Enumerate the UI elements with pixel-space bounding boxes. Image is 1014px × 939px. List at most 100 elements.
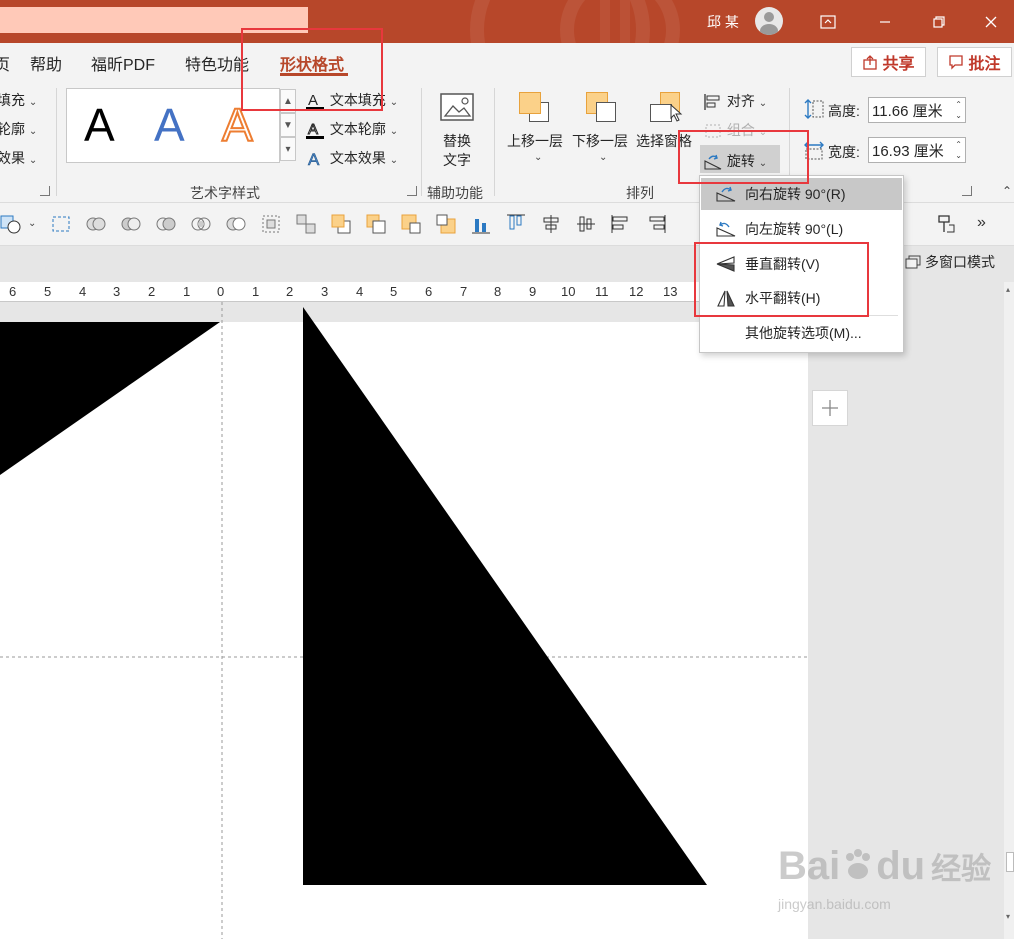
- selection-pane-icon[interactable]: [648, 90, 683, 124]
- size-launcher[interactable]: [962, 186, 972, 196]
- triangle-shape-left: [0, 322, 220, 475]
- send-backward-icon[interactable]: [584, 90, 618, 124]
- user-name[interactable]: 邱 某: [707, 12, 739, 32]
- wordart-style-black[interactable]: A: [84, 98, 115, 152]
- scroll-up-icon[interactable]: ▴: [1006, 285, 1012, 294]
- text-outline-label: 文本轮廓: [329, 121, 386, 137]
- close-icon: [985, 16, 997, 27]
- bring-forward-dropdown[interactable]: ⌄: [534, 152, 542, 163]
- text-effects-icon: A: [308, 150, 321, 170]
- collapse-ribbon-icon[interactable]: ⌃: [1002, 184, 1012, 198]
- tab-special-features[interactable]: 特色功能: [185, 51, 249, 75]
- align-top-icon[interactable]: [505, 213, 527, 235]
- backward-one-icon[interactable]: [435, 213, 457, 235]
- watermark-cn: 经验: [931, 853, 992, 886]
- alt-text-label-1[interactable]: 替换: [443, 131, 471, 151]
- wordart-launcher[interactable]: [407, 186, 417, 196]
- width-spinner[interactable]: ⌃ ⌄: [955, 139, 962, 161]
- height-icon: [803, 98, 825, 123]
- edit-points-icon[interactable]: [50, 213, 72, 235]
- send-to-back-icon[interactable]: [365, 213, 387, 235]
- share-icon: [863, 55, 878, 70]
- close-button[interactable]: [968, 0, 1014, 43]
- comment-icon: [949, 55, 964, 70]
- vertical-scrollbar[interactable]: [1004, 282, 1014, 939]
- group-objects-icon[interactable]: [260, 213, 282, 235]
- gallery-more[interactable]: ▾: [280, 137, 296, 161]
- tab-foxit-pdf[interactable]: 福昕PDF: [91, 51, 155, 75]
- merge-intersect-icon[interactable]: [190, 213, 212, 235]
- menu-more-rotation-options[interactable]: 其他旋转选项(M)...: [701, 317, 902, 349]
- highlight-rotate-button: [678, 130, 809, 184]
- paw-icon: [846, 849, 871, 879]
- multi-window-button[interactable]: 多窗口模式: [905, 250, 1014, 274]
- text-effects-button[interactable]: A 文本效果 ⌄: [304, 148, 398, 170]
- tab-help[interactable]: 帮助: [30, 51, 62, 75]
- forward-one-icon[interactable]: [400, 213, 422, 235]
- align-right-icon[interactable]: [645, 213, 667, 235]
- wordart-group-label: 艺术字样式: [190, 185, 260, 201]
- shape-styles-launcher[interactable]: [40, 186, 50, 196]
- ruler-label: 3: [321, 284, 329, 299]
- align-left-icon[interactable]: [610, 213, 632, 235]
- ungroup-objects-icon[interactable]: [295, 213, 317, 235]
- bring-to-front-icon[interactable]: [330, 213, 352, 235]
- bring-forward-label[interactable]: 上移一层: [507, 131, 563, 151]
- restore-button[interactable]: [916, 0, 962, 43]
- svg-text:A: A: [308, 121, 318, 138]
- plus-icon: [822, 400, 838, 416]
- ruler-label: 11: [595, 284, 609, 299]
- scroll-down-icon[interactable]: ▾: [1006, 912, 1012, 921]
- menu-rotate-left[interactable]: 向左旋转 90°(L): [701, 213, 902, 245]
- alt-text-label-2[interactable]: 文字: [443, 150, 471, 170]
- ruler-label: 1: [183, 284, 191, 299]
- bring-forward-icon[interactable]: [517, 90, 551, 124]
- gallery-scroll-down[interactable]: ▼: [280, 113, 296, 137]
- minimize-icon: [880, 20, 890, 23]
- ruler-label: 4: [356, 284, 364, 299]
- merge-union-icon[interactable]: [85, 213, 107, 235]
- rotate-right-icon: [716, 186, 736, 202]
- shape-outline-button[interactable]: 轮廓 ⌄: [0, 119, 37, 139]
- ruler-label: 3: [113, 284, 121, 299]
- multi-window-icon: [905, 255, 921, 269]
- ruler-label: 5: [44, 284, 52, 299]
- align-button[interactable]: 对齐 ⌄: [703, 91, 767, 111]
- format-painter-icon[interactable]: [935, 213, 957, 235]
- shape-insert-dropdown[interactable]: ⌄: [28, 218, 36, 229]
- alt-text-icon[interactable]: [439, 92, 477, 126]
- comment-label: 批注: [968, 56, 1001, 73]
- ribbon-display-button[interactable]: [805, 0, 851, 43]
- triangle-shape-selected: [303, 307, 707, 885]
- width-input[interactable]: 16.93 厘米 ⌃ ⌄: [868, 137, 966, 163]
- share-button[interactable]: 共享: [851, 47, 926, 77]
- ruler-label: 5: [390, 284, 398, 299]
- shape-insert-icon[interactable]: [0, 213, 22, 235]
- merge-fragment-icon[interactable]: [155, 213, 177, 235]
- ruler-label: 4: [79, 284, 87, 299]
- text-outline-button[interactable]: A 文本轮廓 ⌄: [304, 119, 398, 140]
- wordart-style-blue[interactable]: A: [154, 98, 185, 152]
- align-bottom-icon[interactable]: [470, 213, 492, 235]
- minimize-button[interactable]: [862, 0, 908, 43]
- text-effects-label: 文本效果: [329, 150, 386, 166]
- align-center-icon[interactable]: [575, 213, 597, 235]
- watermark-brand-2: du: [876, 844, 926, 888]
- toolbar-overflow-icon[interactable]: »: [977, 214, 986, 232]
- avatar[interactable]: [755, 7, 783, 35]
- merge-combine-icon[interactable]: [120, 213, 142, 235]
- height-input[interactable]: 11.66 厘米 ⌃ ⌄: [868, 97, 966, 123]
- merge-subtract-icon[interactable]: [225, 213, 247, 235]
- shape-effects-button[interactable]: 效果 ⌄: [0, 148, 37, 168]
- send-backward-dropdown[interactable]: ⌄: [599, 152, 607, 163]
- align-middle-icon[interactable]: [540, 213, 562, 235]
- ruler-label: 0: [217, 284, 225, 299]
- comment-button[interactable]: 批注: [937, 47, 1012, 77]
- add-slide-button[interactable]: [812, 390, 848, 426]
- ruler-label: 2: [148, 284, 156, 299]
- shape-fill-button[interactable]: 填充 ⌄: [0, 90, 37, 110]
- scroll-thumb[interactable]: [1006, 852, 1014, 872]
- height-spinner[interactable]: ⌃ ⌄: [955, 99, 962, 121]
- send-backward-label[interactable]: 下移一层: [572, 131, 628, 151]
- tab-view[interactable]: 页: [0, 51, 10, 75]
